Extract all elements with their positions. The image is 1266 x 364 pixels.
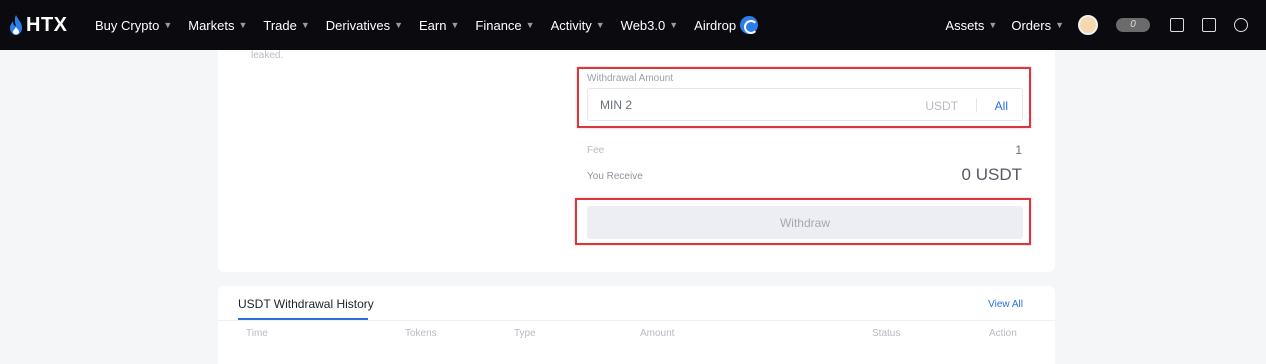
fee-label: Fee xyxy=(587,145,605,156)
withdrawal-amount-label: Withdrawal Amount xyxy=(587,73,674,84)
receive-value: 0 USDT xyxy=(961,165,1022,184)
nav-activity[interactable]: Activity ▼ xyxy=(551,18,605,33)
divider xyxy=(976,98,977,112)
nav-trade[interactable]: Trade ▼ xyxy=(263,18,309,33)
tab-withdrawal-history[interactable]: USDT Withdrawal History xyxy=(238,297,374,311)
column-header-time: Time xyxy=(246,328,268,339)
nav-label: Earn xyxy=(419,17,447,33)
nav-earn[interactable]: Earn ▼ xyxy=(419,18,459,33)
nav-label: Trade xyxy=(263,17,297,33)
nav-airdrop[interactable]: Airdrop xyxy=(694,16,759,34)
caret-down-icon: ▼ xyxy=(163,20,173,30)
avatar[interactable] xyxy=(1078,15,1098,35)
all-button[interactable]: All xyxy=(995,99,1008,113)
download-icon[interactable] xyxy=(1202,18,1216,32)
column-header-type: Type xyxy=(514,328,536,339)
airdrop-badge-icon xyxy=(740,16,759,34)
nav-orders[interactable]: Orders ▼ xyxy=(1011,18,1064,33)
account-menu: Assets ▼ Orders ▼ 0 xyxy=(945,0,1266,50)
caret-down-icon: ▼ xyxy=(669,20,679,30)
main-menu: Buy Crypto ▼ Markets ▼ Trade ▼ Derivatives ▼… xyxy=(95,0,774,50)
htx-logo[interactable]: HTX xyxy=(8,12,68,38)
withdrawal-amount-input[interactable]: MIN 2 USDT All xyxy=(587,88,1023,121)
column-header-amount: Amount xyxy=(640,328,675,339)
view-all-link[interactable]: View All xyxy=(988,299,1023,310)
withdraw-button[interactable]: Withdraw xyxy=(587,206,1023,239)
nav-label: Assets xyxy=(945,17,985,33)
withdrawal-history-panel: USDT Withdrawal History View All Time To… xyxy=(218,286,1055,364)
vip-badge-icon[interactable]: 0 xyxy=(1116,18,1150,32)
logo-text: HTX xyxy=(26,13,68,36)
receive-label: You Receive xyxy=(587,171,643,182)
fee-value: 1 xyxy=(1015,143,1022,157)
nav-label: Web3.0 xyxy=(620,17,666,33)
caret-down-icon: ▼ xyxy=(238,20,248,30)
notice-text: leaked. xyxy=(251,50,284,61)
nav-label: Derivatives xyxy=(325,17,391,33)
column-header-action: Action xyxy=(989,328,1017,339)
caret-down-icon: ▼ xyxy=(525,20,535,30)
amount-placeholder: MIN 2 xyxy=(600,98,633,112)
flame-icon xyxy=(10,15,22,35)
nav-label: Orders xyxy=(1011,17,1052,33)
caret-down-icon: ▼ xyxy=(300,20,310,30)
caret-down-icon: ▼ xyxy=(1055,20,1064,30)
divider xyxy=(218,320,1055,321)
amount-unit: USDT xyxy=(925,99,958,113)
nav-markets[interactable]: Markets ▼ xyxy=(188,18,247,33)
nav-derivatives[interactable]: Derivatives ▼ xyxy=(326,18,403,33)
caret-down-icon: ▼ xyxy=(450,20,460,30)
nav-label: Airdrop xyxy=(694,17,737,33)
nav-web3[interactable]: Web3.0 ▼ xyxy=(621,18,679,33)
nav-label: Markets xyxy=(188,17,235,33)
globe-icon[interactable] xyxy=(1234,18,1248,32)
nav-finance[interactable]: Finance ▼ xyxy=(475,18,534,33)
top-navigation-bar: HTX Buy Crypto ▼ Markets ▼ Trade ▼ Derivati… xyxy=(0,0,1266,50)
column-header-tokens: Tokens xyxy=(405,328,437,339)
caret-down-icon: ▼ xyxy=(988,20,998,30)
nav-label: Activity xyxy=(550,17,592,33)
nav-label: Buy Crypto xyxy=(95,17,160,33)
notes-icon[interactable] xyxy=(1170,18,1184,32)
column-header-status: Status xyxy=(872,328,901,339)
caret-down-icon: ▼ xyxy=(394,20,404,30)
nav-assets[interactable]: Assets ▼ xyxy=(945,18,997,33)
nav-label: Finance xyxy=(475,17,522,33)
nav-buy-crypto[interactable]: Buy Crypto ▼ xyxy=(95,18,172,33)
caret-down-icon: ▼ xyxy=(595,20,605,30)
